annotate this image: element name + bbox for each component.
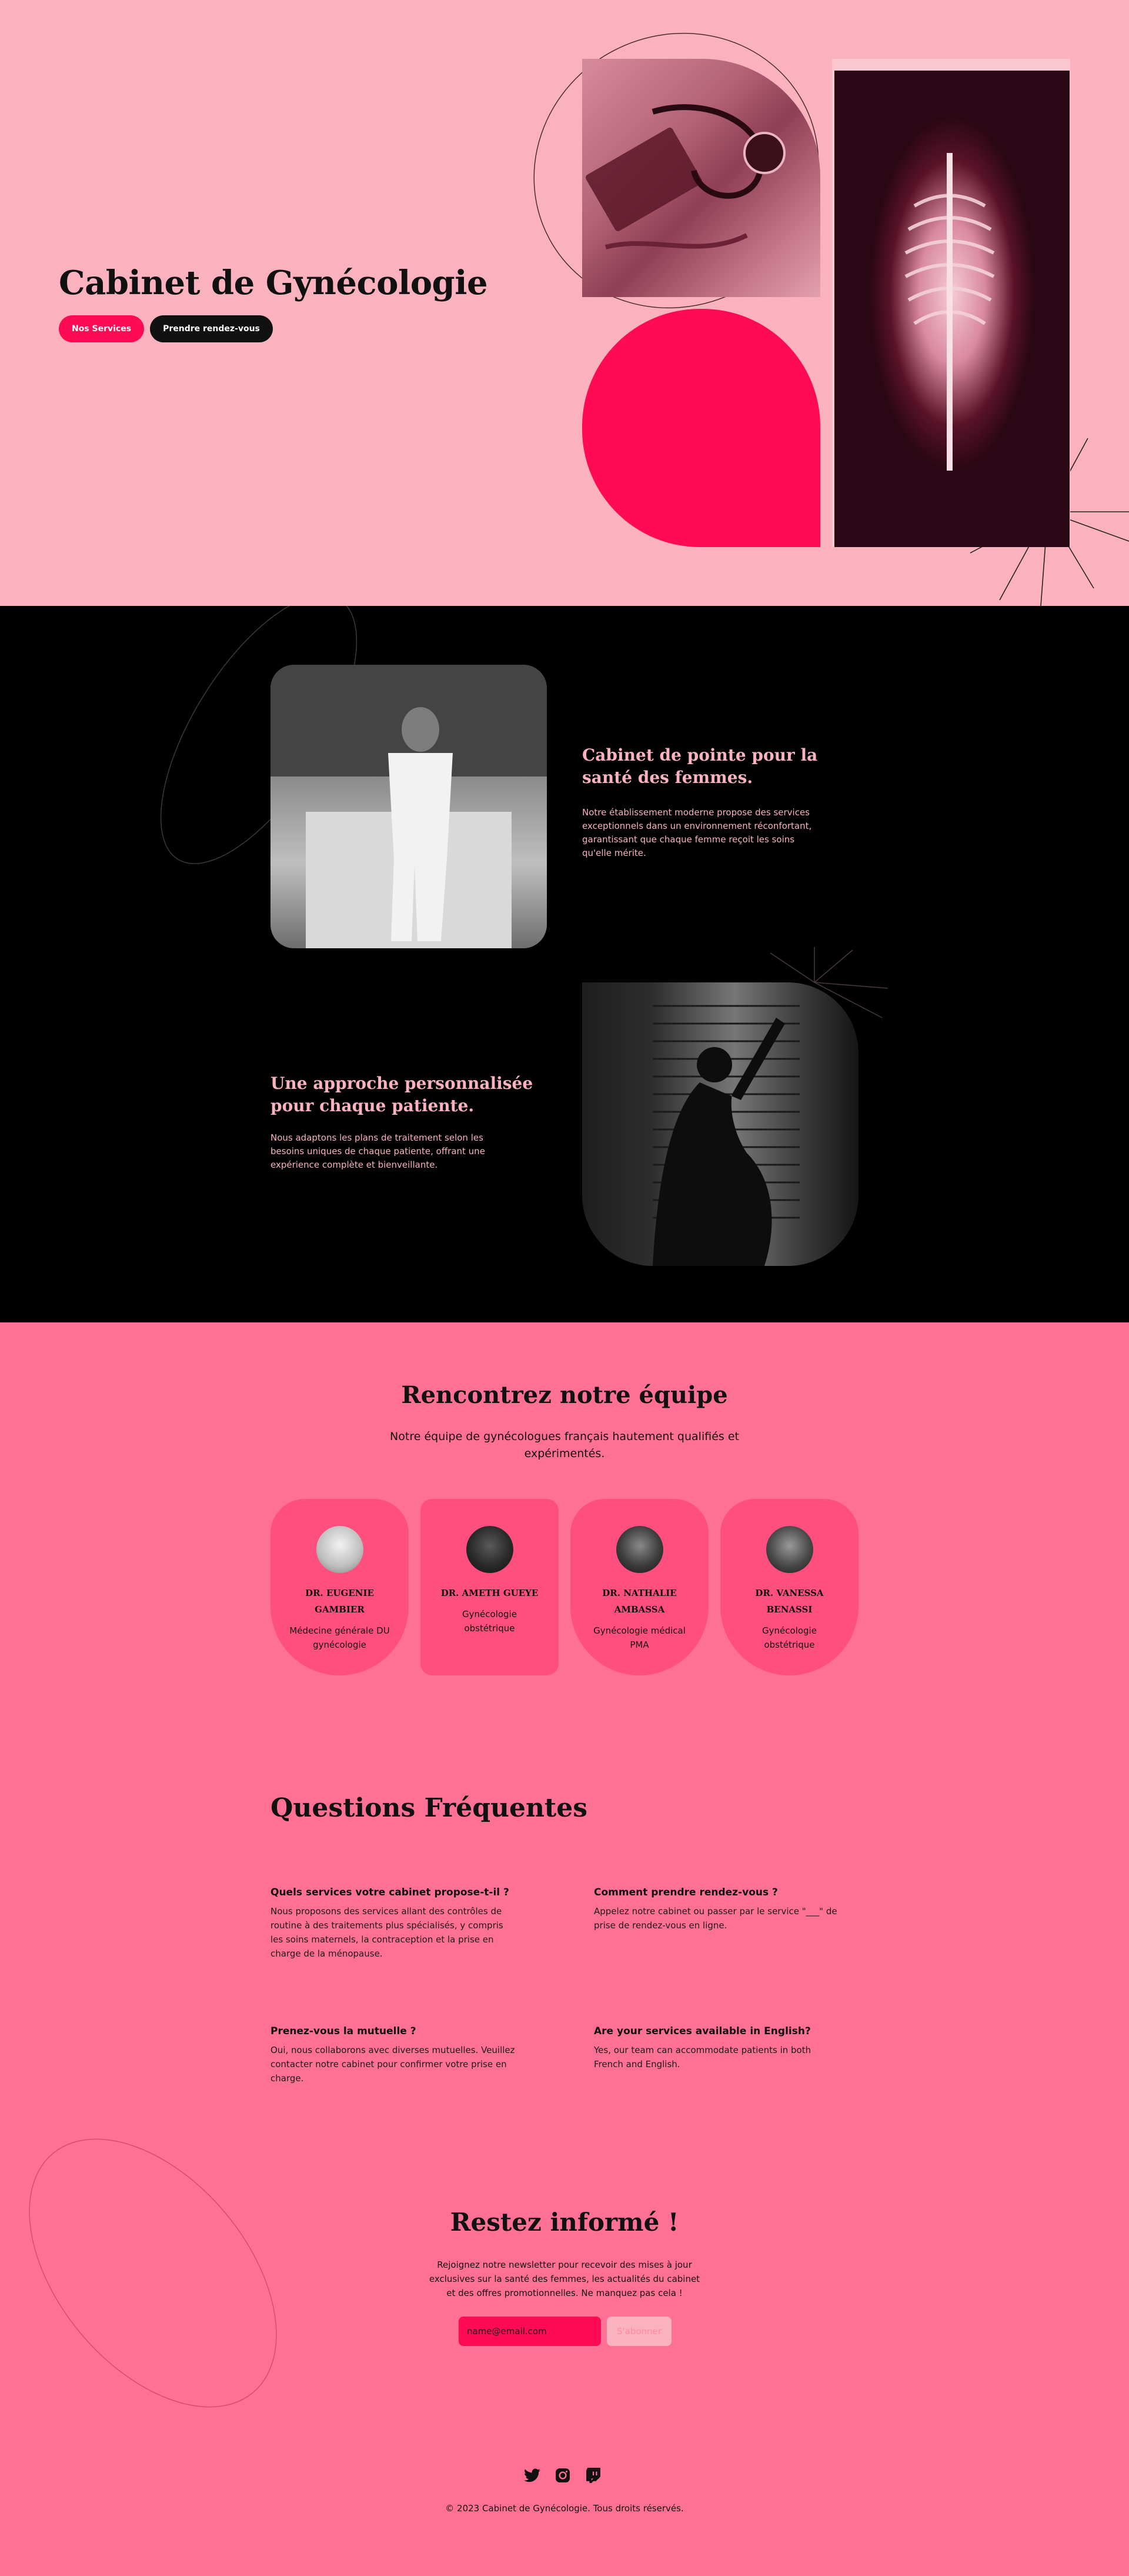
decorative-pink-shape [582, 309, 820, 547]
hero-buttons: Nos Services Prendre rendez-vous [59, 315, 273, 342]
skeleton-ribs [904, 153, 995, 471]
team-subtitle: Notre équipe de gynécologues français ha… [390, 1430, 739, 1460]
faq-question: Quels services votre cabinet propose-t-i… [270, 1887, 509, 1898]
stethoscope-illustration [586, 104, 786, 249]
member-name: DR. NATHALIE AMBASSA [602, 1588, 677, 1615]
faq-answer: Oui, nous collaborons avec diverses mutu… [270, 2045, 515, 2084]
stethoscope-image [582, 59, 820, 297]
avatar [316, 1526, 363, 1573]
feature-text-2: Nous adaptons les plans de traitement se… [270, 1132, 485, 1170]
feature-title-2: Une approche personnalisée pour chaque p… [270, 1074, 533, 1115]
faq-item: Quels services votre cabinet propose-t-i… [270, 1885, 517, 1961]
team-card: DR. EUGENIE GAMBIER Médecine générale DU… [270, 1499, 409, 1675]
member-name: DR. AMETH GUEYE [440, 1588, 539, 1598]
faq-title: Questions Fréquentes [270, 1793, 588, 1823]
anatomy-skeleton-image [832, 59, 1070, 547]
avatar [766, 1526, 813, 1573]
instagram-icon[interactable] [554, 2467, 572, 2484]
member-name: DR. VANESSA BENASSI [755, 1588, 824, 1615]
member-role: Gynécologie obstétrique [762, 1625, 817, 1650]
hero-section: Cabinet de Gynécologie Nos Services Pren… [0, 0, 1129, 606]
social-links [523, 2467, 602, 2484]
faq-question: Comment prendre rendez-vous ? [594, 1887, 778, 1898]
about-section: Cabinet de pointe pour la santé des femm… [0, 606, 1129, 1322]
doctor-image [270, 665, 547, 948]
services-button[interactable]: Nos Services [59, 315, 145, 342]
doctor-illustration [270, 665, 547, 948]
about-decoration [160, 606, 888, 1018]
member-role: Médecine générale DU gynécologie [289, 1625, 390, 1650]
twitch-icon[interactable] [584, 2467, 602, 2484]
copyright-text: © 2023 Cabinet de Gynécologie. Tous droi… [445, 2503, 684, 2514]
faq-question: Are your services available in English? [594, 2025, 811, 2037]
avatar [466, 1526, 513, 1573]
faq-question: Prenez-vous la mutuelle ? [270, 2025, 416, 2037]
newsletter-form: S'abonner [459, 2317, 672, 2346]
pink-content-area: Rencontrez notre équipe Notre équipe de … [0, 1322, 1129, 2576]
member-name: DR. EUGENIE GAMBIER [305, 1588, 374, 1615]
faq-item: Prenez-vous la mutuelle ? Oui, nous coll… [270, 2024, 517, 2085]
faq-item: Comment prendre rendez-vous ? Appelez no… [594, 1885, 841, 1932]
team-cards: DR. EUGENIE GAMBIER Médecine générale DU… [270, 1499, 859, 1675]
hero-title: Cabinet de Gynécologie [59, 264, 488, 302]
faq-answer: Yes, our team can accommodate patients i… [594, 2045, 811, 2070]
pregnant-woman-image [582, 982, 859, 1266]
feature-title-1: Cabinet de pointe pour la santé des femm… [582, 745, 818, 787]
faq-answer: Nous proposons des services allant des c… [270, 1906, 503, 1959]
appointment-button[interactable]: Prendre rendez-vous [150, 315, 273, 342]
team-title: Rencontrez notre équipe [401, 1381, 728, 1409]
twitter-icon[interactable] [523, 2467, 541, 2484]
team-card: DR. VANESSA BENASSI Gynécologie obstétri… [720, 1499, 859, 1675]
team-card: DR. AMETH GUEYE Gynécologie obstétrique [420, 1499, 559, 1675]
avatar [616, 1526, 663, 1573]
faq-item: Are your services available in English? … [594, 2024, 841, 2071]
member-role: Gynécologie obstétrique [462, 1609, 517, 1634]
subscribe-button[interactable]: S'abonner [607, 2317, 672, 2346]
newsletter-title: Restez informé ! [450, 2208, 679, 2237]
member-role: Gynécologie médical PMA [593, 1625, 686, 1650]
feature-text-1: Notre établissement moderne propose des … [582, 807, 812, 858]
newsletter-text: Rejoignez notre newsletter pour recevoir… [429, 2260, 700, 2298]
faq-answer: Appelez notre cabinet ou passer par le s… [594, 1906, 837, 1931]
pregnant-silhouette [653, 1005, 800, 1266]
team-card: DR. NATHALIE AMBASSA Gynécologie médical… [570, 1499, 709, 1675]
email-input[interactable] [459, 2317, 601, 2346]
